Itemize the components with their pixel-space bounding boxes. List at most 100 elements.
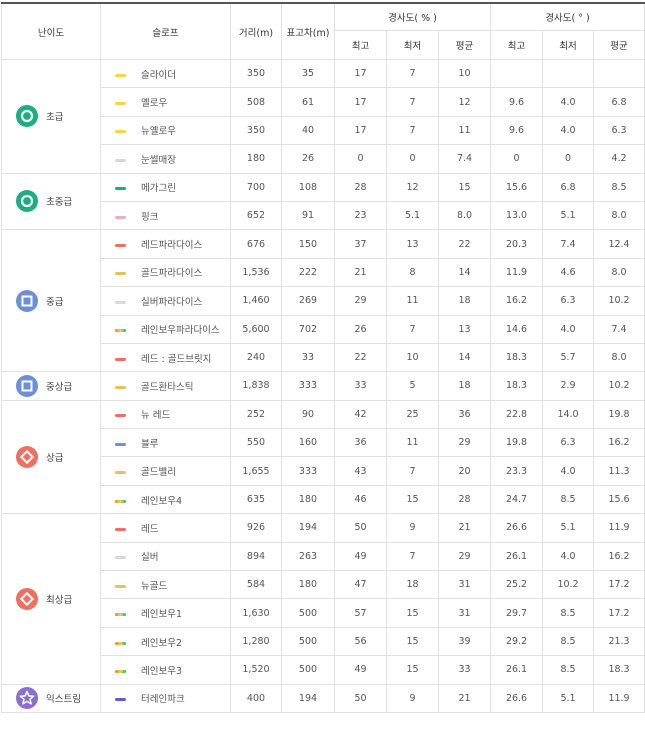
grade-degree-avg-cell: 8.0 [593,342,645,373]
slope-name: 핑크 [141,211,159,223]
distance-cell: 350 [230,115,282,146]
distance-cell: 180 [230,144,282,174]
slope-info-table: 난이도 슬로프 거리(m) 표고차(m) 경사도( % ) 경사도( ° ) 최… [1,2,645,713]
level-label: 상급 [46,452,64,464]
grade-degree-avg-cell: 16.2 [593,541,645,572]
header-elevation: 표고차(m) [281,2,335,60]
grade-percent-avg-cell: 39 [437,626,492,657]
slope-name: 슬라이더 [141,69,176,81]
grade-degree-min-cell: 0 [542,144,595,174]
slope-color-swatch [115,357,126,361]
table-row: 상급 뉴 레드 252 90 42 25 36 22.8 14.0 19.8 [1,399,645,515]
elevation-cell: 500 [281,626,335,657]
slope-name: 골드파라다이스 [141,268,203,280]
level-label: 최상급 [46,594,73,606]
grade-degree-avg-cell: 7.4 [593,314,645,344]
grade-degree-avg-cell [593,58,645,89]
slope-name: 뉴골드 [141,580,168,592]
slope-color-swatch [115,329,126,333]
slope-cell: 메가그린 [100,172,231,202]
slope-color-swatch [115,244,126,248]
elevation-cell: 180 [281,484,335,515]
slope-name: 레인보우파라다이스 [141,325,220,337]
grade-percent-max-cell: 29 [334,286,387,316]
grade-percent-max-cell: 56 [334,626,387,657]
grade-percent-min-cell: 8 [386,257,439,288]
grade-percent-min-cell: 15 [386,484,439,515]
slope-cell: 레인보우3 [100,655,231,685]
grade-degree-avg-cell: 15.6 [593,484,645,515]
grade-degree-avg-cell: 4.2 [593,144,645,174]
grade-percent-avg-cell: 36 [437,399,492,430]
grade-degree-min-cell: 8.5 [542,598,595,628]
slope-color-swatch [115,73,126,77]
slope-color-swatch [115,442,126,446]
distance-cell: 400 [230,683,282,713]
grade-degree-avg-cell: 11.3 [593,456,645,486]
grade-percent-min-cell: 7 [386,87,439,117]
grade-degree-min-cell: 8.5 [542,655,595,685]
grade-degree-avg-cell: 6.3 [593,115,645,146]
slope-name: 레인보우3 [141,665,183,677]
slope-cell: 골드환타스틱 [100,371,231,401]
table-row: 초중급 메가그린 700 108 28 12 15 15.6 6.8 8.5 [1,172,645,231]
header-distance: 거리(m) [230,2,282,60]
slope-cell: 눈썰매장 [100,144,231,174]
grade-degree-min-cell: 8.5 [542,484,595,515]
slope-cell: 슬라이더 [100,58,231,89]
slope-color-swatch [115,613,126,617]
grade-degree-min-cell: 10.2 [542,570,595,600]
grade-degree-max-cell: 15.6 [490,172,544,202]
grade-percent-avg-cell: 29 [437,428,492,458]
slope-color-swatch [115,414,126,418]
table-row: 중급 레드파라다이스 676 150 37 13 22 20.3 7.4 12.4 [1,229,645,373]
grade-degree-max-cell: 11.9 [490,257,544,288]
slope-color-swatch [115,641,126,645]
slope-name: 옐로우 [141,98,168,110]
grade-percent-avg-cell: 21 [437,513,492,543]
header-grade-degree: 경사도( ° ) [490,2,645,31]
grade-degree-min-cell: 6.3 [542,286,595,316]
slope-name: 레드파라다이스 [141,240,203,252]
star-icon [16,687,38,710]
grade-percent-avg-cell: 12 [437,87,492,117]
diamond-icon [16,587,38,610]
table-body: 초급 슬라이더 350 35 17 7 10 옐로우 508 61 17 7 12 9.6 4.0 6.8 뉴옐… [1,58,645,713]
elevation-cell: 26 [281,144,335,174]
grade-degree-max-cell: 9.6 [490,87,544,117]
elevation-cell: 35 [281,58,335,89]
slope-name: 실버파라다이스 [141,296,203,308]
grade-degree-avg-cell: 17.2 [593,570,645,600]
grade-percent-max-cell: 28 [334,172,387,202]
grade-percent-max-cell: 46 [334,484,387,515]
slope-name: 메가그린 [141,183,176,195]
level-cell: 중상급 [1,371,101,401]
grade-degree-min-cell: 8.5 [542,626,595,657]
distance-cell: 700 [230,172,282,202]
grade-percent-avg-cell: 18 [437,286,492,316]
grade-percent-min-cell: 7 [386,115,439,146]
header-degree-max: 최고 [490,30,544,60]
grade-percent-avg-cell: 8.0 [437,200,492,231]
slope-cell: 옐로우 [100,87,231,117]
grade-degree-max-cell: 24.7 [490,484,544,515]
level-label: 초급 [46,112,64,124]
grade-degree-min-cell: 4.6 [542,257,595,288]
grade-percent-max-cell: 49 [334,541,387,572]
grade-degree-min-cell: 2.9 [542,371,595,401]
grade-degree-avg-cell: 19.8 [593,399,645,430]
grade-degree-avg-cell: 16.2 [593,428,645,458]
grade-degree-max-cell: 29.7 [490,598,544,628]
grade-percent-max-cell: 21 [334,257,387,288]
elevation-cell: 61 [281,87,335,117]
grade-percent-min-cell: 13 [386,229,439,259]
level-label: 중상급 [46,381,73,393]
grade-degree-max-cell [490,58,544,89]
grade-percent-avg-cell: 15 [437,172,492,202]
grade-percent-avg-cell: 14 [437,257,492,288]
distance-cell: 652 [230,200,282,231]
slope-cell: 뉴 레드 [100,399,231,430]
elevation-cell: 194 [281,513,335,543]
grade-degree-max-cell: 13.0 [490,200,544,231]
level-cell: 초중급 [1,172,101,231]
